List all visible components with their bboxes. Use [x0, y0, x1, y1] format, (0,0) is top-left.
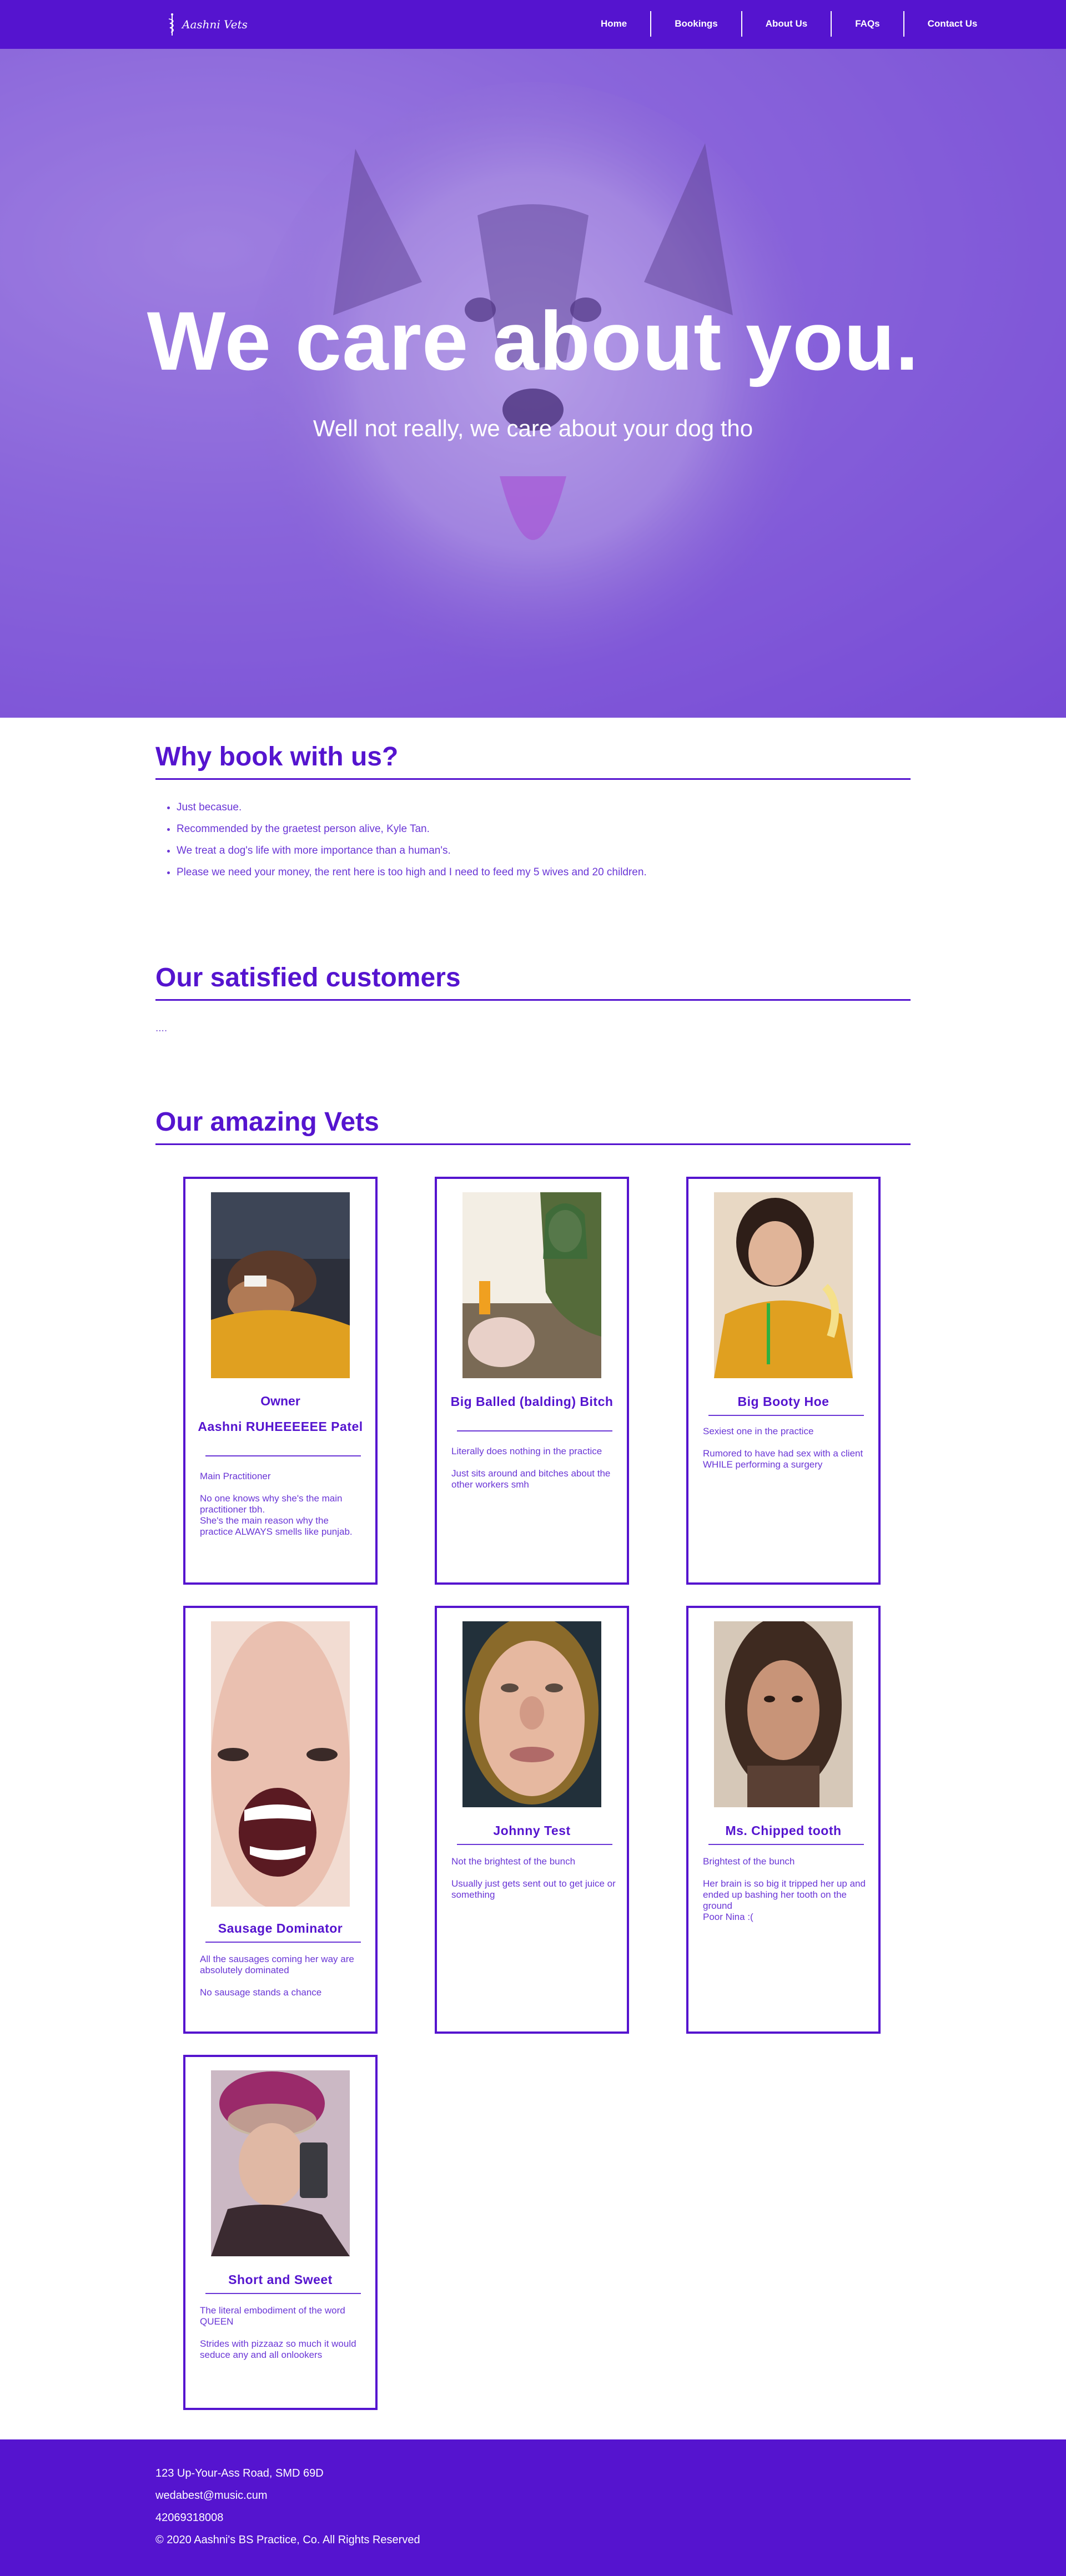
hero-subtitle: Well not really, we care about your dog … — [313, 415, 753, 441]
vet-card: Johnny Test Not the brightest of the bun… — [435, 1606, 629, 2034]
customers-divider — [155, 999, 911, 1001]
vet-photo — [714, 1192, 853, 1378]
footer: 123 Up-Your-Ass Road, SMD 69D wedabest@m… — [0, 2439, 1066, 2576]
list-item: Please we need your money, the rent here… — [177, 866, 647, 879]
caduceus-icon — [168, 13, 174, 36]
vet-name: Big Booty Hoe — [737, 1394, 829, 1409]
top-navbar: Aashni Vets Home Bookings About Us FAQs … — [0, 0, 1066, 49]
customers-title: Our satisfied customers — [155, 963, 461, 992]
vet-description: All the sausages coming her way are abso… — [200, 1954, 354, 1998]
list-item: Recommended by the graetest person alive… — [177, 823, 647, 835]
vet-card: Short and Sweet The literal embodiment o… — [183, 2055, 378, 2410]
vet-description: Brightest of the bunch Her brain is so b… — [703, 1856, 866, 1922]
vet-description: Sexiest one in the practice Rumored to h… — [703, 1426, 863, 1470]
why-book-divider — [155, 778, 911, 780]
nav-about-us[interactable]: About Us — [741, 11, 831, 37]
footer-phone[interactable]: 42069318008 — [155, 2512, 223, 2524]
nav-faqs[interactable]: FAQs — [831, 11, 903, 37]
hero-banner: We care about you. Well not really, we c… — [0, 49, 1066, 718]
vet-card: Ms. Chipped tooth Brightest of the bunch… — [686, 1606, 881, 2034]
vet-divider — [457, 1844, 612, 1845]
vet-divider — [205, 1942, 361, 1943]
vet-photo — [211, 1621, 350, 1907]
vets-title: Our amazing Vets — [155, 1107, 379, 1137]
footer-address: 123 Up-Your-Ass Road, SMD 69D — [155, 2467, 324, 2479]
hero-title: We care about you. — [147, 294, 919, 387]
vet-name: Big Balled (balding) Bitch — [450, 1394, 614, 1409]
customers-text: .... — [155, 1022, 168, 1034]
footer-email[interactable]: wedabest@music.cum — [155, 2489, 267, 2502]
vets-divider — [155, 1143, 911, 1145]
logo-text: Aashni Vets — [182, 18, 248, 31]
vet-divider — [708, 1415, 864, 1416]
vet-divider — [205, 1455, 361, 1456]
vet-description: Main Practitioner No one knows why she's… — [200, 1471, 353, 1537]
vet-card: Sausage Dominator All the sausages comin… — [183, 1606, 378, 2034]
vet-name: Sausage Dominator — [218, 1921, 343, 1935]
nav-links: Home Bookings About Us FAQs Contact Us — [577, 11, 1000, 37]
vet-card: Owner Aashni RUHEEEEEE Patel Main Practi… — [183, 1177, 378, 1585]
why-book-title: Why book with us? — [155, 742, 399, 772]
vet-photo — [211, 2070, 350, 2256]
vet-photo — [714, 1621, 853, 1807]
why-book-list: Just becasue. Recommended by the graetes… — [177, 801, 647, 888]
vet-name: Aashni RUHEEEEEE Patel — [198, 1419, 363, 1434]
vet-description: The literal embodiment of the word QUEEN… — [200, 2305, 356, 2360]
vet-divider — [457, 1430, 612, 1431]
nav-home[interactable]: Home — [577, 11, 650, 37]
vet-name: Johnny Test — [493, 1823, 571, 1838]
list-item: Just becasue. — [177, 801, 647, 814]
vet-divider — [205, 2293, 361, 2294]
vet-photo — [462, 1192, 601, 1378]
vet-name: Short and Sweet — [228, 2272, 333, 2287]
vet-card: Big Booty Hoe Sexiest one in the practic… — [686, 1177, 881, 1585]
logo[interactable]: Aashni Vets — [167, 12, 248, 37]
vet-role: Owner — [260, 1394, 300, 1408]
footer-copyright: © 2020 Aashni's BS Practice, Co. All Rig… — [155, 2534, 420, 2546]
vet-description: Not the brightest of the bunch Usually j… — [451, 1856, 616, 1900]
nav-bookings[interactable]: Bookings — [650, 11, 741, 37]
vet-description: Literally does nothing in the practice J… — [451, 1446, 611, 1490]
vet-name: Ms. Chipped tooth — [725, 1823, 842, 1838]
vet-divider — [708, 1844, 864, 1845]
vet-photo — [462, 1621, 601, 1807]
list-item: We treat a dog's life with more importan… — [177, 845, 647, 857]
vet-card: Big Balled (balding) Bitch Literally doe… — [435, 1177, 629, 1585]
vet-photo — [211, 1192, 350, 1378]
nav-contact-us[interactable]: Contact Us — [903, 11, 1001, 37]
